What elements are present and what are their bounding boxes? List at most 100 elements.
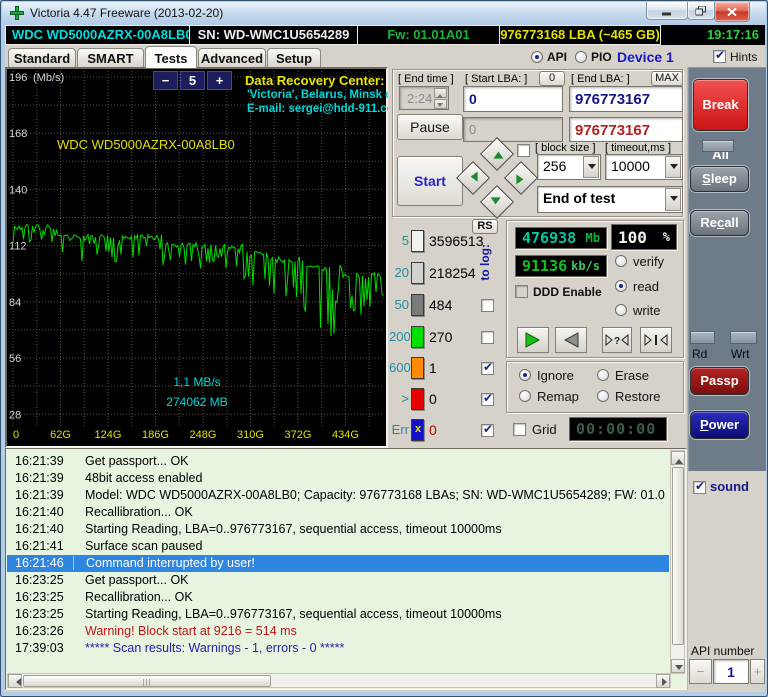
tab-setup[interactable]: Setup: [267, 48, 321, 67]
read-label: read: [633, 279, 659, 294]
read-radio[interactable]: [615, 280, 627, 292]
log-row[interactable]: 16:23:25Starting Reading, LBA=0..9767731…: [7, 606, 669, 623]
end-time-up-icon[interactable]: [434, 88, 447, 98]
log-row[interactable]: 16:21:39Model: WDC WD5000AZRX-00A8LB0; C…: [7, 487, 669, 504]
start-lba-zero-button[interactable]: 0: [539, 71, 565, 86]
hscroll-thumb[interactable]: [23, 675, 271, 687]
titlebar[interactable]: Victoria 4.47 Freeware (2013-02-20): [2, 2, 766, 24]
dropdown-arrow-icon[interactable]: [665, 156, 681, 178]
log-time: 16:21:41: [7, 538, 73, 555]
sleep-button[interactable]: Sleep: [690, 166, 749, 192]
seek-left-button[interactable]: [456, 161, 490, 195]
pio-radio-label: PIO: [591, 50, 612, 64]
sound-checkbox[interactable]: [693, 481, 706, 494]
stat-label-200: 200: [389, 329, 409, 344]
seek-end-button[interactable]: [640, 327, 672, 353]
scan-setup-group: [ End time ] 2:24 [ Start LBA: ] 0 0 [ E…: [392, 69, 683, 217]
restore-radio[interactable]: [597, 390, 609, 402]
graph-zoom-in-button[interactable]: +: [207, 71, 232, 90]
ddd-enable-checkbox[interactable]: [515, 285, 528, 298]
erase-radio[interactable]: [597, 369, 609, 381]
stat-log-checkbox-err[interactable]: [481, 424, 494, 437]
log-row[interactable]: 16:21:46Command interrupted by user!: [7, 555, 669, 572]
hints-checkbox[interactable]: [713, 50, 726, 63]
tab-advanced[interactable]: Advanced: [198, 48, 266, 67]
graph-zoom-control: − 5 +: [153, 71, 232, 90]
log-row[interactable]: 16:21:41Surface scan paused: [7, 538, 669, 555]
log-row[interactable]: 16:21:3948bit access enabled: [7, 470, 669, 487]
log-hscrollbar[interactable]: [7, 673, 671, 688]
step-back-button[interactable]: [555, 327, 587, 353]
log-row[interactable]: 16:23:25Recallibration... OK: [7, 589, 669, 606]
seek-option-checkbox[interactable]: [517, 144, 530, 157]
seek-right-button[interactable]: [504, 161, 538, 195]
block-size-combo[interactable]: 256: [537, 154, 601, 180]
tab-smart[interactable]: SMART: [77, 48, 144, 67]
log-row[interactable]: 16:23:25Get passport... OK: [7, 572, 669, 589]
timeout-combo[interactable]: 10000: [605, 154, 683, 180]
scroll-down-button[interactable]: [671, 659, 685, 673]
power-button[interactable]: Power: [690, 411, 749, 439]
log-row[interactable]: 16:21:39Get passport... OK: [7, 453, 669, 470]
end-time-down-icon[interactable]: [434, 99, 447, 109]
pause-button[interactable]: Pause: [397, 114, 463, 140]
log-row[interactable]: 16:21:40Starting Reading, LBA=0..9767731…: [7, 521, 669, 538]
scroll-left-button[interactable]: [8, 674, 22, 688]
graph-zoom-out-button[interactable]: −: [153, 71, 178, 90]
end-lba-input[interactable]: 976773167: [569, 86, 683, 112]
verify-radio[interactable]: [615, 255, 627, 267]
seek-end-icon: [644, 332, 668, 348]
seek-up-button[interactable]: [480, 137, 514, 171]
start-lba-input[interactable]: 0: [463, 86, 563, 112]
log-time: 17:39:03: [7, 640, 73, 657]
stat-log-checkbox-200[interactable]: [481, 331, 494, 344]
recall-button[interactable]: Recall: [690, 210, 749, 236]
api-radio[interactable]: [531, 51, 543, 63]
scroll-right-button[interactable]: [656, 674, 670, 688]
clock: 19:17:16: [707, 27, 759, 42]
scroll-up-button[interactable]: [671, 451, 685, 465]
end-action-combo[interactable]: End of test: [537, 186, 683, 213]
play-icon: [524, 332, 542, 348]
grid-checkbox[interactable]: [513, 423, 526, 436]
reset-stats-button[interactable]: RS: [472, 219, 498, 234]
pio-radio[interactable]: [575, 51, 587, 63]
log-row[interactable]: 16:23:26Warning! Block start at 9216 = 5…: [7, 623, 669, 640]
stat-log-checkbox-50[interactable]: [481, 299, 494, 312]
end-lba-max-button[interactable]: MAX: [651, 71, 683, 86]
close-button[interactable]: [714, 2, 750, 22]
stat-log-checkbox->[interactable]: [481, 393, 494, 406]
log-vscrollbar[interactable]: [670, 450, 685, 674]
stat-label-20: 20: [389, 265, 409, 280]
dropdown-arrow-icon[interactable]: [665, 188, 681, 211]
stat-log-checkbox-600[interactable]: [481, 362, 494, 375]
tab-tests[interactable]: Tests: [145, 46, 197, 68]
minimize-button[interactable]: [646, 2, 688, 20]
vscroll-thumb[interactable]: [672, 467, 684, 645]
x-tick-label: 186G: [142, 429, 169, 441]
minimize-icon: [662, 6, 672, 15]
seek-test-button[interactable]: ?: [602, 327, 632, 353]
log-row[interactable]: 17:39:03***** Scan results: Warnings - 1…: [7, 640, 669, 657]
write-radio[interactable]: [615, 304, 627, 316]
passport-button[interactable]: Passp: [690, 367, 749, 395]
start-lba-label: [ Start LBA: ]: [465, 73, 527, 85]
scroll-grip-icon: [143, 679, 151, 687]
break-all-button[interactable]: Break All: [693, 79, 748, 131]
tab-standard[interactable]: Standard: [8, 48, 76, 67]
start-button[interactable]: Start: [397, 156, 463, 206]
dropdown-arrow-icon[interactable]: [583, 156, 599, 178]
end-time-spinbox[interactable]: 2:24: [399, 86, 449, 110]
restore-button[interactable]: [687, 2, 715, 20]
api-number-minus-button[interactable]: −: [689, 659, 712, 684]
play-button[interactable]: [517, 327, 549, 353]
log-row[interactable]: 16:21:40Recallibration... OK: [7, 504, 669, 521]
remap-radio[interactable]: [519, 390, 531, 402]
seek-down-button[interactable]: [480, 185, 514, 219]
stat-value->: 0: [429, 391, 437, 407]
ignore-radio[interactable]: [519, 369, 531, 381]
speed-graph-panel[interactable]: 196168140112845628(Mb/s)062G124G186G248G…: [5, 67, 388, 448]
banner-email: E-mail: sergei@hdd-911.com: [247, 103, 404, 115]
api-number-plus-button[interactable]: +: [750, 659, 765, 684]
api-number-value: 1: [713, 659, 749, 684]
